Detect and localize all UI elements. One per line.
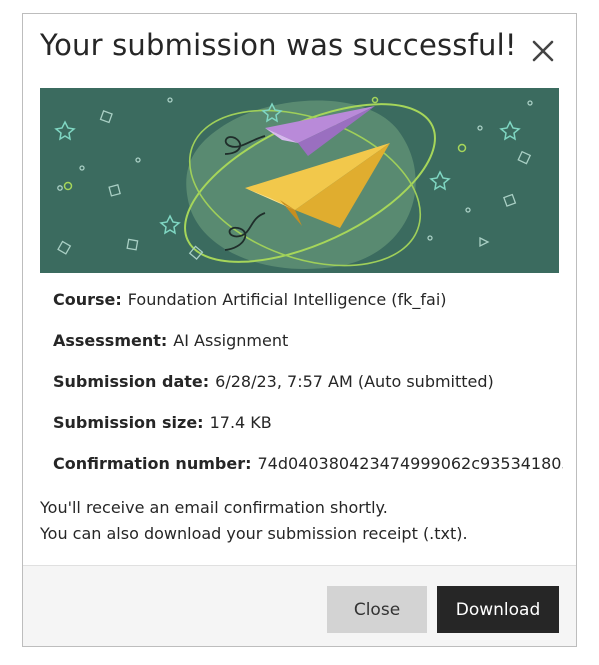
detail-value: AI Assignment <box>173 331 289 350</box>
detail-course: Course: Foundation Artificial Intelligenc… <box>53 290 563 331</box>
detail-label: Assessment: <box>53 331 168 350</box>
download-button[interactable]: Download <box>437 586 559 633</box>
confirmation-note: You'll receive an email confirmation sho… <box>40 495 560 547</box>
submission-details: Course: Foundation Artificial Intelligenc… <box>53 290 563 495</box>
detail-label: Submission size: <box>53 413 204 432</box>
dialog-title: Your submission was successful! <box>40 28 517 62</box>
detail-submission-size: Submission size: 17.4 KB <box>53 413 563 454</box>
email-confirmation-text: You'll receive an email confirmation sho… <box>40 498 388 517</box>
success-banner <box>40 88 559 273</box>
detail-assessment: Assessment: AI Assignment <box>53 331 563 372</box>
detail-confirmation-number: Confirmation number: 74d04038042347499906… <box>53 454 563 495</box>
submission-success-dialog: Your submission was successful! Course: … <box>22 13 577 647</box>
detail-value: 74d040380423474999062c935341803 <box>257 454 563 473</box>
receipt-download-text: You can also download your submission re… <box>40 524 468 543</box>
detail-value: 6/28/23, 7:57 AM (Auto submitted) <box>215 372 494 391</box>
detail-label: Course: <box>53 290 122 309</box>
detail-label: Confirmation number: <box>53 454 252 473</box>
close-icon[interactable] <box>528 36 558 66</box>
detail-submission-date: Submission date: 6/28/23, 7:57 AM (Auto s… <box>53 372 563 413</box>
dialog-footer: Close Download <box>23 565 576 646</box>
paper-planes-illustration <box>54 96 533 269</box>
close-button[interactable]: Close <box>327 586 427 633</box>
detail-value: 17.4 KB <box>209 413 272 432</box>
detail-label: Submission date: <box>53 372 210 391</box>
detail-value: Foundation Artificial Intelligence (fk_f… <box>127 290 447 309</box>
